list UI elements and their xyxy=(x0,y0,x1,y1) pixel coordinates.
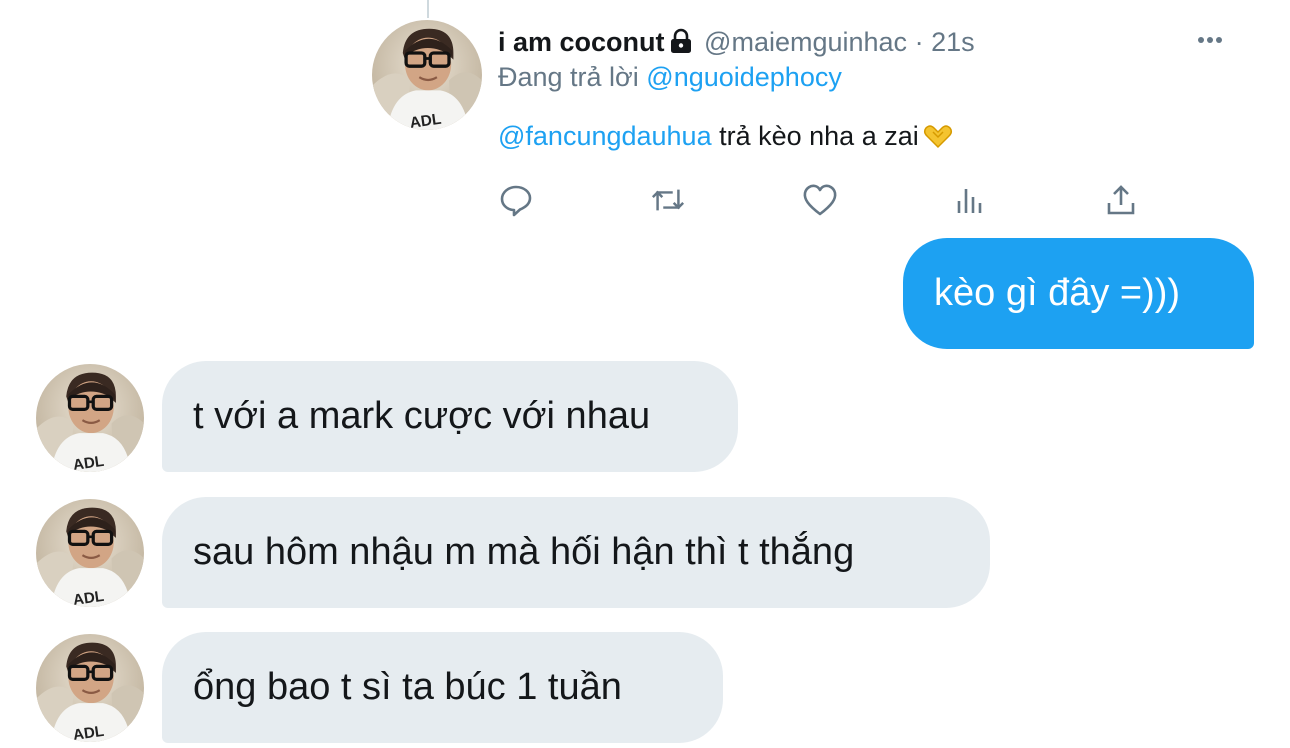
share-icon[interactable] xyxy=(1103,182,1139,218)
separator-dot: · xyxy=(914,27,924,57)
tweet-body: trả kèo nha a zai xyxy=(719,121,919,151)
replying-to-label: Đang trả lời xyxy=(498,62,639,92)
thread-connector-line xyxy=(427,0,429,18)
tweet-author-handle[interactable]: @maiemguinhac xyxy=(704,27,907,57)
received-message-bubble[interactable]: t với a mark cược với nhau xyxy=(162,361,738,472)
received-message-text: ổng bao t sì ta búc 1 tuần xyxy=(193,666,622,708)
tweet-timestamp[interactable]: 21s xyxy=(931,27,975,57)
retweet-icon[interactable] xyxy=(650,182,686,218)
received-message-bubble[interactable]: ổng bao t sì ta búc 1 tuần xyxy=(162,632,723,743)
received-message-bubble[interactable]: sau hôm nhậu m mà hối hận thì t thắng xyxy=(162,497,990,608)
sender-avatar[interactable] xyxy=(36,499,144,607)
heart-icon[interactable] xyxy=(802,182,838,218)
received-message-text: t với a mark cược với nhau xyxy=(193,395,651,437)
sender-avatar[interactable] xyxy=(36,634,144,742)
heart-hands-emoji-icon xyxy=(923,122,953,158)
sent-message-bubble[interactable]: kèo gì đây =))) xyxy=(903,238,1254,349)
sent-message-text: kèo gì đây =))) xyxy=(934,272,1181,314)
received-message-text: sau hôm nhậu m mà hối hận thì t thắng xyxy=(193,531,855,573)
tweet-mention-link[interactable]: @fancungdauhua xyxy=(498,121,712,151)
tweet-author-name[interactable]: i am coconut xyxy=(498,27,665,57)
reply-icon[interactable] xyxy=(498,182,534,218)
replying-to-line: Đang trả lời @nguoidephocy xyxy=(498,60,842,94)
analytics-icon[interactable] xyxy=(952,182,988,218)
tweet-header: i am coconut @maiemguinhac · 21s xyxy=(498,24,975,63)
more-horizontal-icon[interactable] xyxy=(1194,28,1226,52)
tweet-author-avatar[interactable] xyxy=(372,20,482,130)
sender-avatar[interactable] xyxy=(36,364,144,472)
lock-icon xyxy=(669,27,693,63)
replying-to-link[interactable]: @nguoidephocy xyxy=(646,62,842,92)
tweet-text: @fancungdauhua trả kèo nha a zai xyxy=(498,118,953,158)
